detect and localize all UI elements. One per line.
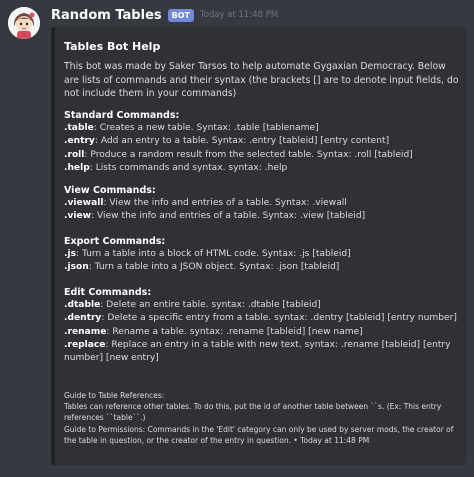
command-name: .view [64, 211, 92, 222]
command-name: .js [64, 249, 76, 259]
command-line: .viewall: View the info and entries of a… [64, 197, 459, 210]
command-name: .viewall [64, 198, 104, 208]
command-description: : Rename a table. syntax: .rename [table… [106, 326, 363, 337]
embed-title: Tables Bot Help [64, 40, 161, 53]
command-line: .dentry: Delete a specific entry from a … [64, 312, 459, 325]
command-name: .dentry [64, 313, 102, 324]
embed: Tables Bot Help This bot was made by Sak… [51, 27, 466, 465]
section-heading: Export Commands: [64, 236, 166, 247]
footer-separator: • [291, 435, 301, 445]
command-line: .roll: Produce a random result from the … [64, 149, 459, 162]
command-name: .json [64, 262, 89, 273]
command-description: : View the info and entries of a table. … [91, 211, 366, 222]
username[interactable]: Random Tables [51, 8, 162, 23]
footer-references-text: Tables can reference other tables. To do… [64, 402, 442, 423]
edit-commands-section: Edit Commands: .dtable: Delete an entire… [64, 286, 459, 365]
command-description: : Add an entry to a table. Syntax: .entr… [94, 136, 390, 147]
command-description: : Delete a specific entry from a table. … [101, 313, 457, 324]
footer-timestamp: Today at 11:48 PM [300, 435, 370, 445]
command-name: .replace [64, 339, 106, 350]
footer-references-heading: Guide to Table References: [64, 391, 165, 400]
command-description: : Turn a table into a JSON object. Synta… [88, 262, 340, 273]
message-header: Random Tables BOT Today at 11:48 PM [51, 6, 278, 24]
cartoon-girl-avatar-icon [8, 7, 40, 39]
command-line: .json: Turn a table into a JSON object. … [64, 261, 459, 274]
footer-permissions-text: Guide to Permissions: Commands in the 'E… [64, 424, 459, 446]
command-description: : Creates a new table. Syntax: .table [t… [93, 123, 319, 133]
command-description: : View the info and entries of a table. … [103, 198, 347, 208]
command-name: .table [64, 123, 94, 133]
command-name: .dtable [64, 300, 101, 310]
command-line: .rename: Rename a table. syntax: .rename… [64, 326, 459, 339]
section-heading: View Commands: [64, 185, 156, 196]
chat-message: Random Tables BOT Today at 11:48 PM Tabl… [0, 0, 474, 477]
command-name: .roll [64, 149, 85, 160]
command-line: .view: View the info and entries of a ta… [64, 210, 459, 223]
command-line: .js: Turn a table into a block of HTML c… [64, 248, 459, 261]
footer-permissions-body: Guide to Permissions: Commands in the 'E… [64, 424, 454, 445]
message-timestamp: Today at 11:48 PM [200, 10, 279, 20]
command-line: .dtable: Delete an entire table. syntax:… [64, 299, 459, 312]
command-line: .replace: Replace an entry in a table wi… [64, 339, 459, 366]
command-description: : Delete an entire table. syntax: .dtabl… [100, 300, 321, 310]
embed-description: This bot was made by Saker Tarsos to hel… [64, 61, 459, 99]
command-name: .help [64, 162, 90, 173]
command-description: : Replace an entry in a table with new t… [64, 339, 451, 364]
section-heading: Standard Commands: [64, 110, 180, 121]
standard-commands-section: Standard Commands: .table: Creates a new… [64, 109, 459, 175]
bot-badge: BOT [167, 8, 194, 22]
command-line: .table: Creates a new table. Syntax: .ta… [64, 122, 459, 135]
avatar[interactable] [8, 7, 40, 39]
command-line: .help: Lists commands and syntax. syntax… [64, 162, 459, 175]
command-name: .entry [64, 136, 95, 147]
command-line: .entry: Add an entry to a table. Syntax:… [64, 135, 459, 148]
view-commands-section: View Commands: .viewall: View the info a… [64, 184, 459, 224]
command-name: .rename [64, 326, 107, 337]
command-description: : Produce a random result from the selec… [84, 149, 413, 160]
command-description: : Lists commands and syntax. syntax: .he… [89, 162, 288, 173]
section-heading: Edit Commands: [64, 287, 152, 298]
embed-footer: Guide to Table References: Tables can re… [64, 390, 459, 446]
export-commands-section: Export Commands: .js: Turn a table into … [64, 235, 459, 275]
command-description: : Turn a table into a block of HTML code… [76, 249, 351, 259]
